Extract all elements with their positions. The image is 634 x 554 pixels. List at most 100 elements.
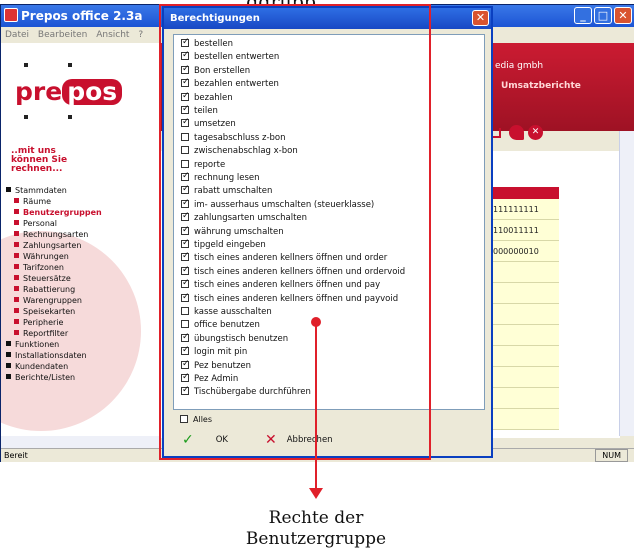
permission-checkbox[interactable]: bezahlen entwerten: [181, 76, 279, 90]
checkbox-icon[interactable]: [181, 170, 190, 182]
checkbox-icon[interactable]: [181, 76, 190, 88]
checkbox-icon[interactable]: [181, 183, 190, 195]
table-cell[interactable]: [491, 304, 559, 325]
nav-item-personal[interactable]: Personal: [6, 218, 102, 229]
nav-item-installationsdaten[interactable]: Installationsdaten: [6, 350, 102, 361]
menu-bearbeiten[interactable]: Bearbeiten: [38, 30, 87, 40]
checkbox-icon[interactable]: [181, 344, 190, 356]
checkbox-icon[interactable]: [181, 358, 190, 370]
permission-checkbox[interactable]: umsetzen: [181, 116, 236, 130]
permission-checkbox[interactable]: bestellen: [181, 36, 233, 50]
permission-checkbox[interactable]: bestellen entwerten: [181, 49, 279, 63]
horizontal-scrollbar[interactable]: [1, 436, 161, 448]
checkbox-icon[interactable]: [181, 237, 190, 249]
checkbox-icon[interactable]: [181, 63, 190, 75]
table-cell[interactable]: [491, 283, 559, 304]
nav-item-stammdaten[interactable]: Stammdaten: [6, 185, 102, 196]
checkbox-icon[interactable]: [181, 250, 190, 262]
maximize-icon[interactable]: □: [594, 7, 612, 24]
permission-checkbox[interactable]: Pez Admin: [181, 371, 238, 385]
permission-checkbox[interactable]: rabatt umschalten: [181, 183, 272, 197]
dialog-close-icon[interactable]: ✕: [472, 10, 489, 26]
permission-checkbox[interactable]: Bon erstellen: [181, 63, 250, 77]
checkbox-icon[interactable]: [181, 307, 189, 315]
permission-checkbox[interactable]: tisch eines anderen kellners öffnen und …: [181, 291, 398, 305]
nav-item-warengruppen[interactable]: Warengruppen: [6, 295, 102, 306]
select-all-checkbox[interactable]: Alles: [180, 415, 212, 424]
nav-item-rechnungsarten[interactable]: Rechnungsarten: [6, 229, 102, 240]
table-cell[interactable]: 000000010: [491, 241, 559, 262]
table-cell[interactable]: 110011111: [491, 220, 559, 241]
checkbox-icon[interactable]: [181, 36, 190, 48]
close-icon[interactable]: ✕: [614, 7, 632, 24]
checkbox-icon[interactable]: [181, 159, 189, 168]
permission-checkbox[interactable]: tisch eines anderen kellners öffnen und …: [181, 250, 387, 264]
caption-line-2: Benutzergruppe: [245, 529, 387, 549]
permission-checkbox[interactable]: tisch eines anderen kellners öffnen und …: [181, 277, 380, 291]
checkbox-icon[interactable]: [181, 264, 190, 276]
checkbox-icon[interactable]: [181, 210, 190, 222]
permission-checkbox[interactable]: teilen: [181, 103, 218, 117]
permission-checkbox[interactable]: zahlungsarten umschalten: [181, 210, 307, 224]
permission-checkbox[interactable]: bezahlen: [181, 90, 233, 104]
checkbox-icon[interactable]: [181, 90, 190, 102]
nav-item-berichte-listen[interactable]: Berichte/Listen: [6, 372, 102, 383]
checkbox-icon[interactable]: [181, 331, 190, 343]
nav-item-raeume[interactable]: Räume: [6, 196, 102, 207]
checkbox-icon[interactable]: [181, 277, 190, 289]
checkbox-icon[interactable]: [181, 197, 190, 209]
cancel-button[interactable]: ✕ Abbrechen: [265, 432, 333, 448]
table-cell[interactable]: [491, 409, 559, 430]
nav-item-rabattierung[interactable]: Rabattierung: [6, 284, 102, 295]
nav-item-tarifzonen[interactable]: Tarifzonen: [6, 262, 102, 273]
checkbox-icon[interactable]: [181, 371, 190, 383]
nav-item-funktionen[interactable]: Funktionen: [6, 339, 102, 350]
nav-item-waehrungen[interactable]: Währungen: [6, 251, 102, 262]
checkbox-icon[interactable]: [181, 132, 189, 141]
permission-checkbox[interactable]: im- ausserhaus umschalten (steuerklasse): [181, 197, 374, 211]
permission-checkbox[interactable]: zwischenabschlag x-bon: [181, 145, 298, 157]
exit-icon[interactable]: ✕: [528, 125, 543, 140]
nav-item-steuersaetze[interactable]: Steuersätze: [6, 273, 102, 284]
table-cell[interactable]: [491, 346, 559, 367]
permission-checkbox[interactable]: rechnung lesen: [181, 170, 260, 184]
vertical-scrollbar[interactable]: [619, 131, 634, 436]
menu-ansicht[interactable]: Ansicht: [96, 30, 129, 40]
permission-checkbox[interactable]: tagesabschluss z-bon: [181, 132, 286, 144]
permission-checkbox[interactable]: office benutzen: [181, 319, 260, 331]
permission-checkbox[interactable]: währung umschalten: [181, 224, 284, 238]
table-cell[interactable]: [491, 262, 559, 283]
permission-checkbox[interactable]: tipgeld eingeben: [181, 237, 266, 251]
menu-datei[interactable]: Datei: [5, 30, 29, 40]
table-cell[interactable]: [491, 325, 559, 346]
ok-button[interactable]: ✓ OK: [182, 432, 228, 448]
minimize-icon[interactable]: _: [574, 7, 592, 24]
table-cell[interactable]: [491, 367, 559, 388]
nav-item-benutzergruppen[interactable]: Benutzergruppen: [6, 207, 102, 218]
checkbox-icon[interactable]: [181, 291, 190, 303]
nav-item-kundendaten[interactable]: Kundendaten: [6, 361, 102, 372]
menu-help[interactable]: ?: [138, 30, 143, 40]
permission-checkbox[interactable]: Tischübergabe durchführen: [181, 384, 311, 398]
permission-checkbox[interactable]: login mit pin: [181, 344, 247, 358]
help-icon[interactable]: [509, 125, 524, 140]
permission-checkbox[interactable]: Pez benutzen: [181, 358, 251, 372]
nav-item-reportfilter[interactable]: Reportfilter: [6, 328, 102, 339]
checkbox-icon[interactable]: [181, 224, 190, 236]
table-cell[interactable]: [491, 388, 559, 409]
nav-item-peripherie[interactable]: Peripherie: [6, 317, 102, 328]
nav-item-zahlungsarten[interactable]: Zahlungsarten: [6, 240, 102, 251]
checkbox-icon[interactable]: [181, 49, 190, 61]
table-cell[interactable]: 111111111: [491, 199, 559, 220]
permission-checkbox[interactable]: übungstisch benutzen: [181, 331, 288, 345]
sales-reports-link[interactable]: Umsatzberichte: [501, 81, 581, 91]
checkbox-icon[interactable]: [181, 103, 190, 115]
permission-checkbox[interactable]: tisch eines anderen kellners öffnen und …: [181, 264, 405, 278]
checkbox-icon[interactable]: [181, 116, 190, 128]
checkbox-icon[interactable]: [181, 384, 190, 396]
checkbox-icon[interactable]: [181, 320, 189, 329]
checkbox-icon[interactable]: [181, 146, 189, 155]
permission-checkbox[interactable]: reporte: [181, 159, 225, 171]
nav-item-speisekarten[interactable]: Speisekarten: [6, 306, 102, 317]
permission-checkbox[interactable]: kasse ausschalten: [181, 306, 272, 318]
